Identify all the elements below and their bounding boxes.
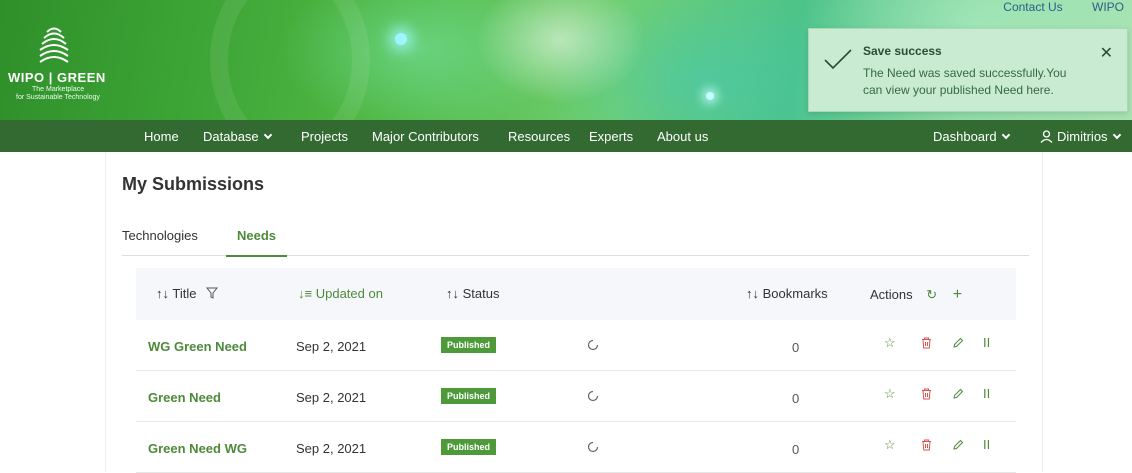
check-icon (824, 49, 852, 70)
nav-label: Resources (508, 129, 571, 144)
user-icon (1040, 130, 1053, 144)
row-bookmarks: 0 (792, 391, 800, 406)
column-actions: Actions ↻ + (870, 286, 962, 304)
logo-name: WIPO | GREEN (8, 70, 106, 85)
banner-glow (395, 33, 407, 45)
sort-desc-icon[interactable]: ↓≡ (298, 286, 312, 301)
status-badge: Published (441, 337, 497, 353)
edit-icon[interactable] (952, 388, 964, 400)
table-header: ↑↓ Title ↓≡ Updated on ↑↓ Status ↑↓ Book… (136, 268, 1016, 320)
refresh-icon[interactable]: ↻ (926, 287, 937, 302)
star-icon[interactable]: ☆ (884, 437, 896, 453)
logo-tagline: The Marketplace (32, 86, 85, 93)
nav-label: Experts (589, 129, 634, 144)
toast-message[interactable]: The Need was saved successfully.You can … (863, 65, 1083, 99)
table-row: Green Need Sep 2, 2021 Published 0 ☆ II (136, 371, 1016, 422)
user-name: Dimitrios (1057, 129, 1108, 144)
wipo-emblem-icon (39, 27, 69, 63)
main-nav: Home Database Projects Major Contributor… (0, 120, 1132, 152)
status-badge: Published (441, 388, 497, 404)
logo-tagline: for Sustainable Technology (16, 94, 100, 101)
add-icon[interactable]: + (953, 286, 962, 303)
column-label: Actions (870, 287, 913, 302)
table-row: Green Need WG Sep 2, 2021 Published 0 ☆ … (136, 422, 1016, 473)
banner-glow (706, 92, 714, 100)
row-bookmarks: 0 (792, 340, 800, 355)
sort-icon[interactable]: ↑↓ (446, 286, 459, 301)
edit-icon[interactable] (952, 439, 964, 451)
sort-icon[interactable]: ↑↓ (746, 286, 759, 301)
column-title[interactable]: ↑↓ Title (156, 286, 219, 301)
nav-label: Projects (301, 129, 348, 144)
close-icon[interactable]: ✕ (1100, 43, 1113, 63)
pause-icon[interactable]: II (983, 335, 990, 350)
column-label: Title (172, 286, 197, 301)
status-badge: Published (441, 439, 497, 455)
delete-icon[interactable] (921, 337, 932, 349)
nav-item-major-contributors[interactable]: Major Contributors (372, 129, 479, 144)
edit-icon[interactable] (952, 337, 964, 349)
pause-icon[interactable]: II (983, 437, 990, 452)
star-icon[interactable]: ☆ (884, 386, 896, 402)
nav-item-database[interactable]: Database (203, 129, 272, 144)
nav-item-projects[interactable]: Projects (301, 129, 348, 144)
row-updated: Sep 2, 2021 (296, 390, 367, 405)
column-label: Status (462, 286, 500, 301)
row-title-link[interactable]: WG Green Need (148, 339, 247, 354)
row-title-link[interactable]: Green Need WG (148, 441, 247, 456)
nav-label: About us (657, 129, 709, 144)
column-label: Bookmarks (762, 286, 828, 301)
column-updated-on[interactable]: ↓≡ Updated on (298, 286, 383, 301)
loading-icon (587, 441, 599, 453)
filter-icon[interactable] (206, 287, 219, 299)
submission-tabs: Technologies Needs (122, 222, 1029, 257)
nav-item-home[interactable]: Home (144, 129, 179, 144)
column-status[interactable]: ↑↓ Status (446, 286, 499, 301)
user-menu[interactable]: Dimitrios (1040, 129, 1121, 144)
nav-label: Major Contributors (372, 129, 479, 144)
nav-label: Home (144, 129, 179, 144)
nav-label: Dashboard (933, 129, 997, 144)
loading-icon (587, 390, 599, 402)
contact-us-link[interactable]: Contact Us (1003, 0, 1062, 14)
nav-item-experts[interactable]: Experts (589, 129, 633, 144)
loading-icon (587, 339, 599, 351)
row-updated: Sep 2, 2021 (296, 441, 367, 456)
star-icon[interactable]: ☆ (884, 335, 896, 351)
dashboard-menu[interactable]: Dashboard (933, 129, 1010, 144)
nav-item-about-us[interactable]: About us (657, 129, 708, 144)
delete-icon[interactable] (921, 388, 932, 400)
chevron-down-icon (263, 130, 272, 140)
row-updated: Sep 2, 2021 (296, 339, 367, 354)
pause-icon[interactable]: II (983, 386, 990, 401)
save-success-toast: Save success The Need was saved successf… (808, 28, 1128, 112)
chevron-down-icon (1001, 130, 1010, 140)
column-bookmarks[interactable]: ↑↓ Bookmarks (746, 286, 828, 301)
page-title: My Submissions (122, 174, 265, 194)
banner-decoration (210, 0, 370, 120)
sort-icon[interactable]: ↑↓ (156, 286, 169, 301)
submissions-table: ↑↓ Title ↓≡ Updated on ↑↓ Status ↑↓ Book… (136, 268, 1016, 473)
toast-title: Save success (863, 44, 942, 58)
row-bookmarks: 0 (792, 442, 800, 457)
nav-label: Database (203, 129, 259, 144)
nav-item-resources[interactable]: Resources (508, 129, 570, 144)
row-title-link[interactable]: Green Need (148, 390, 221, 405)
top-links: Contact Us WIPO (977, 0, 1124, 14)
tab-technologies[interactable]: Technologies (122, 228, 198, 243)
wipo-green-logo[interactable]: WIPO | GREEN The Marketplace for Sustain… (6, 22, 156, 117)
table-row: WG Green Need Sep 2, 2021 Published 0 ☆ … (136, 320, 1016, 371)
active-tab-indicator (226, 255, 287, 257)
tab-needs[interactable]: Needs (237, 228, 276, 243)
delete-icon[interactable] (921, 439, 932, 451)
wipo-link[interactable]: WIPO (1092, 0, 1124, 14)
chevron-down-icon (1112, 130, 1121, 140)
column-label: Updated on (315, 286, 383, 301)
